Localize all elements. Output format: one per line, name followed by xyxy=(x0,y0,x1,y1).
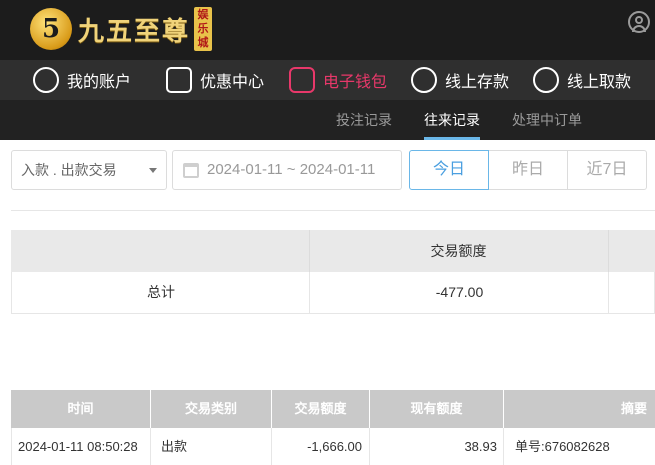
brand-mark-icon: 5 xyxy=(30,8,72,50)
main-nav: 我的账户 优惠中心 电子钱包 线上存款 线上取款 xyxy=(0,60,655,100)
nav-label: 线上存款 xyxy=(445,74,510,91)
tab-bet-records[interactable]: 投注记录 xyxy=(336,100,392,140)
brand-mark-text: 5 xyxy=(41,14,61,44)
select-value: 入款 . 出款交易 xyxy=(21,162,117,178)
section-divider xyxy=(11,210,655,211)
column-divider xyxy=(503,428,504,465)
nav-label: 电子钱包 xyxy=(323,74,388,91)
nav-e-wallet[interactable]: 电子钱包 xyxy=(289,60,387,100)
wallet-icon xyxy=(289,67,315,93)
sub-nav: 投注记录 往来记录 处理中订单 xyxy=(0,100,655,140)
brand-badge-text: 娱乐城 xyxy=(197,9,209,49)
row-amount: -1,666.00 xyxy=(307,439,362,454)
row-time: 2024-01-11 08:50:28 xyxy=(18,439,138,454)
row-note: 单号:676082628 xyxy=(515,439,610,454)
transaction-type-select[interactable]: 入款 . 出款交易 xyxy=(11,150,167,190)
chevron-down-icon xyxy=(149,168,157,173)
yesterday-button[interactable]: 昨日 xyxy=(488,150,568,190)
user-icon xyxy=(33,67,59,93)
user-circle-icon[interactable] xyxy=(628,11,650,33)
date-range-value: 2024-01-11 ~ 2024-01-11 xyxy=(207,161,376,178)
col-time: 时间 xyxy=(67,401,94,416)
tab-pending-orders[interactable]: 处理中订单 xyxy=(512,100,582,140)
calendar-icon xyxy=(183,163,199,178)
nav-label: 优惠中心 xyxy=(200,74,265,91)
column-divider xyxy=(608,230,609,272)
col-balance: 现有额度 xyxy=(410,401,463,416)
nav-promotions[interactable]: 优惠中心 xyxy=(166,60,264,100)
nav-label: 我的账户 xyxy=(67,74,132,91)
deposit-icon xyxy=(411,67,437,93)
summary-table-header: 交易额度 xyxy=(11,230,655,272)
col-amount: 交易额度 xyxy=(294,401,347,416)
col-type: 交易类别 xyxy=(184,401,237,416)
today-button[interactable]: 今日 xyxy=(409,150,489,190)
summary-header-amount: 交易额度 xyxy=(430,243,487,259)
last-7-days-button[interactable]: 近7日 xyxy=(567,150,647,190)
details-table-header: 时间 交易类别 交易额度 现有额度 摘要 xyxy=(11,390,655,428)
nav-online-withdraw[interactable]: 线上取款 xyxy=(533,60,631,100)
brand-badge: 娱乐城 xyxy=(194,7,213,51)
brand-logo[interactable]: 5 九五至尊 娱乐城 xyxy=(30,4,213,54)
date-range-input[interactable]: 2024-01-11 ~ 2024-01-11 xyxy=(172,150,402,190)
nav-label: 线上取款 xyxy=(567,74,632,91)
row-type: 出款 xyxy=(161,439,188,454)
row-balance: 38.93 xyxy=(464,439,497,454)
summary-total-row: 总计 -477.00 xyxy=(11,272,655,314)
summary-total-label: 总计 xyxy=(147,284,175,300)
column-divider xyxy=(150,428,151,465)
table-row: 2024-01-11 08:50:28 出款 -1,666.00 38.93 单… xyxy=(11,428,655,465)
top-header: 5 九五至尊 娱乐城 xyxy=(0,0,655,60)
nav-my-account[interactable]: 我的账户 xyxy=(33,60,131,100)
gift-icon xyxy=(166,67,192,93)
column-divider xyxy=(608,272,609,313)
summary-total-value: -477.00 xyxy=(435,284,484,300)
brand-name: 九五至尊 xyxy=(78,16,191,47)
nav-online-deposit[interactable]: 线上存款 xyxy=(411,60,509,100)
col-note: 摘要 xyxy=(620,401,647,416)
withdraw-icon xyxy=(533,67,559,93)
tab-transaction-records[interactable]: 往来记录 xyxy=(424,100,480,140)
